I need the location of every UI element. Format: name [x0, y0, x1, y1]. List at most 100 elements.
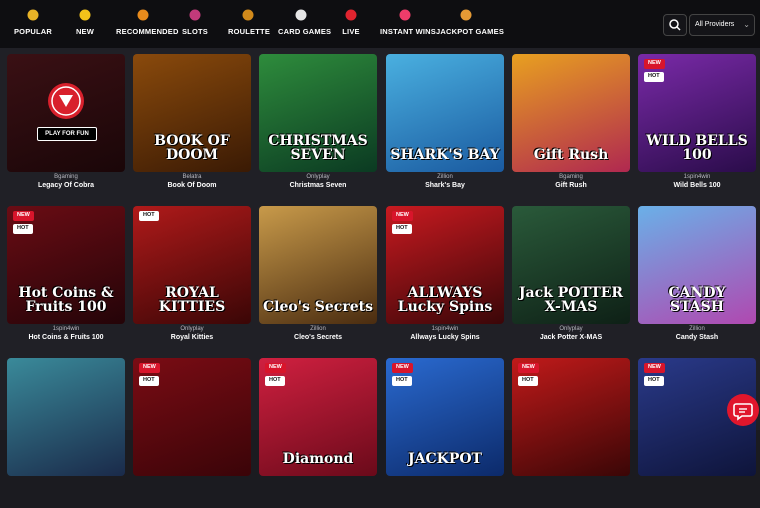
- game-tile[interactable]: Gift Rush Bgaming Gift Rush: [512, 54, 630, 204]
- category-label: ROULETTE: [228, 27, 271, 36]
- game-thumbnail[interactable]: NEW HOT: [133, 358, 251, 476]
- category-label: CARD GAMES: [278, 27, 332, 36]
- play-for-fun-button[interactable]: PLAY FOR FUN: [37, 127, 97, 141]
- game-thumbnail[interactable]: WILD BELLS 100 NEW HOT: [638, 54, 756, 172]
- game-tile[interactable]: [7, 358, 125, 508]
- game-title-art: ROYAL KITTIES: [158, 285, 226, 315]
- game-tile[interactable]: NEW HOT: [133, 358, 251, 508]
- game-thumbnail[interactable]: JACKPOT NEW HOT: [386, 358, 504, 476]
- game-name[interactable]: Book Of Doom: [133, 182, 251, 189]
- game-tile[interactable]: ROYAL KITTIES HOT Onlyplay Royal Kitties: [133, 206, 251, 356]
- game-tile[interactable]: Cleo's Secrets Zillion Cleo's Secrets: [259, 206, 377, 356]
- game-thumbnail[interactable]: CANDY STASH: [638, 206, 756, 324]
- game-title-art: JACKPOT: [408, 451, 482, 467]
- game-name[interactable]: Royal Kitties: [133, 334, 251, 341]
- game-tile[interactable]: CANDY STASH Zillion Candy Stash: [638, 206, 756, 356]
- poker-chip-icon: [343, 8, 359, 22]
- hot-badge: HOT: [392, 376, 412, 386]
- game-tile[interactable]: Diamond NEW HOT: [259, 358, 377, 508]
- game-name[interactable]: Cleo's Secrets: [259, 334, 377, 341]
- category-popular[interactable]: POPULAR: [12, 8, 54, 42]
- game-thumbnail[interactable]: BOOK OF DOOM: [133, 54, 251, 172]
- category-instant-wins[interactable]: INSTANT WINS: [380, 8, 436, 42]
- provider-select-value: All Providers: [695, 21, 735, 28]
- game-tile[interactable]: ALLWAYS Lucky Spins NEW HOT 1spin4win Allway…: [386, 206, 504, 356]
- category-label: LIVE: [342, 27, 360, 36]
- game-thumbnail[interactable]: ROYAL KITTIES HOT: [133, 206, 251, 324]
- game-tile[interactable]: SHARK'S BAY Zillion Shark's Bay: [386, 54, 504, 204]
- game-name[interactable]: Wild Bells 100: [638, 182, 756, 189]
- game-name[interactable]: Christmas Seven: [259, 182, 377, 189]
- game-thumbnail[interactable]: Diamond NEW HOT: [259, 358, 377, 476]
- category-slots[interactable]: SLOTS: [178, 8, 212, 42]
- game-thumbnail[interactable]: PLAY FOR FUN: [7, 54, 125, 172]
- game-name[interactable]: Hot Coins & Fruits 100: [7, 334, 125, 341]
- category-nav-bar: POPULAR NEW RECOMMENDED SLOTS ROULETTE CARD G…: [0, 0, 760, 48]
- heart-icon: [397, 8, 413, 22]
- game-logo: [48, 83, 84, 119]
- game-provider: 1spin4win: [431, 326, 459, 332]
- category-roulette[interactable]: ROULETTE: [228, 8, 271, 42]
- provider-select[interactable]: All Providers ⌄: [689, 14, 755, 36]
- game-title-art: Diamond: [282, 451, 354, 467]
- game-title-art: ALLWAYS Lucky Spins: [397, 285, 493, 315]
- game-tile[interactable]: NEW HOT: [638, 358, 756, 508]
- game-tile[interactable]: CHRISTMAS SEVEN Onlyplay Christmas Seven: [259, 54, 377, 204]
- game-thumbnail[interactable]: Cleo's Secrets: [259, 206, 377, 324]
- new-badge: NEW: [644, 363, 665, 373]
- game-provider: Zillion: [310, 326, 326, 332]
- game-thumbnail[interactable]: NEW HOT: [512, 358, 630, 476]
- search-icon: [669, 19, 681, 31]
- game-title-art: Hot Coins & Fruits 100: [18, 285, 114, 315]
- game-thumbnail[interactable]: Jack POTTER X-MAS: [512, 206, 630, 324]
- game-provider: Onlyplay: [306, 174, 330, 180]
- game-meta: Onlyplay Christmas Seven: [259, 174, 377, 189]
- category-label: JACKPOT GAMES: [436, 27, 505, 36]
- game-name[interactable]: Candy Stash: [638, 334, 756, 341]
- hot-badge: HOT: [644, 72, 664, 82]
- chat-button[interactable]: [727, 394, 759, 426]
- game-tile[interactable]: Jack POTTER X-MAS Onlyplay Jack Potter X-M…: [512, 206, 630, 356]
- game-provider: Onlyplay: [180, 326, 204, 332]
- category-jackpot-games[interactable]: JACKPOT GAMES: [436, 8, 505, 42]
- game-thumbnail[interactable]: CHRISTMAS SEVEN: [259, 54, 377, 172]
- game-thumbnail[interactable]: Hot Coins & Fruits 100 NEW HOT: [7, 206, 125, 324]
- new-badge: NEW: [392, 363, 413, 373]
- game-tile[interactable]: Hot Coins & Fruits 100 NEW HOT 1spin4win Hot…: [7, 206, 125, 356]
- game-tile[interactable]: PLAY FOR FUN Bgaming Legacy Of Cobra: [7, 54, 125, 204]
- game-provider: Zillion: [437, 174, 453, 180]
- lightning-icon: [77, 8, 93, 22]
- new-badge: NEW: [392, 211, 413, 221]
- game-tile[interactable]: BOOK OF DOOM Belatra Book Of Doom: [133, 54, 251, 204]
- game-tile[interactable]: NEW HOT: [512, 358, 630, 508]
- game-provider: 1spin4win: [683, 174, 711, 180]
- new-badge: NEW: [265, 363, 286, 373]
- game-thumbnail[interactable]: ALLWAYS Lucky Spins NEW HOT: [386, 206, 504, 324]
- game-name[interactable]: Allways Lucky Spins: [386, 334, 504, 341]
- game-thumbnail[interactable]: Gift Rush: [512, 54, 630, 172]
- game-name[interactable]: Shark's Bay: [386, 182, 504, 189]
- game-meta: Zillion Candy Stash: [638, 326, 756, 341]
- new-badge: NEW: [518, 363, 539, 373]
- new-badge: NEW: [139, 363, 160, 373]
- game-tile[interactable]: JACKPOT NEW HOT: [386, 358, 504, 508]
- game-name[interactable]: Gift Rush: [512, 182, 630, 189]
- game-grid: PLAY FOR FUN Bgaming Legacy Of Cobra BOOK O…: [0, 48, 760, 476]
- game-meta: Zillion Shark's Bay: [386, 174, 504, 189]
- search-button[interactable]: [663, 14, 687, 36]
- category-live[interactable]: LIVE: [340, 8, 362, 42]
- game-tile[interactable]: WILD BELLS 100 NEW HOT 1spin4win Wild Bells …: [638, 54, 756, 204]
- category-card-games[interactable]: CARD GAMES: [278, 8, 332, 42]
- game-name[interactable]: Jack Potter X-MAS: [512, 334, 630, 341]
- hot-badge: HOT: [392, 224, 412, 234]
- game-thumbnail[interactable]: [7, 358, 125, 476]
- category-recommended[interactable]: RECOMMENDED: [116, 8, 178, 42]
- game-thumbnail[interactable]: SHARK'S BAY: [386, 54, 504, 172]
- category-new[interactable]: NEW: [74, 8, 96, 42]
- game-title-art: BOOK OF DOOM: [154, 133, 230, 163]
- game-name[interactable]: Legacy Of Cobra: [7, 182, 125, 189]
- hot-badge: HOT: [265, 376, 285, 386]
- chat-bubble-icon: [733, 403, 753, 421]
- hot-badge: HOT: [139, 376, 159, 386]
- hot-badge: HOT: [13, 224, 33, 234]
